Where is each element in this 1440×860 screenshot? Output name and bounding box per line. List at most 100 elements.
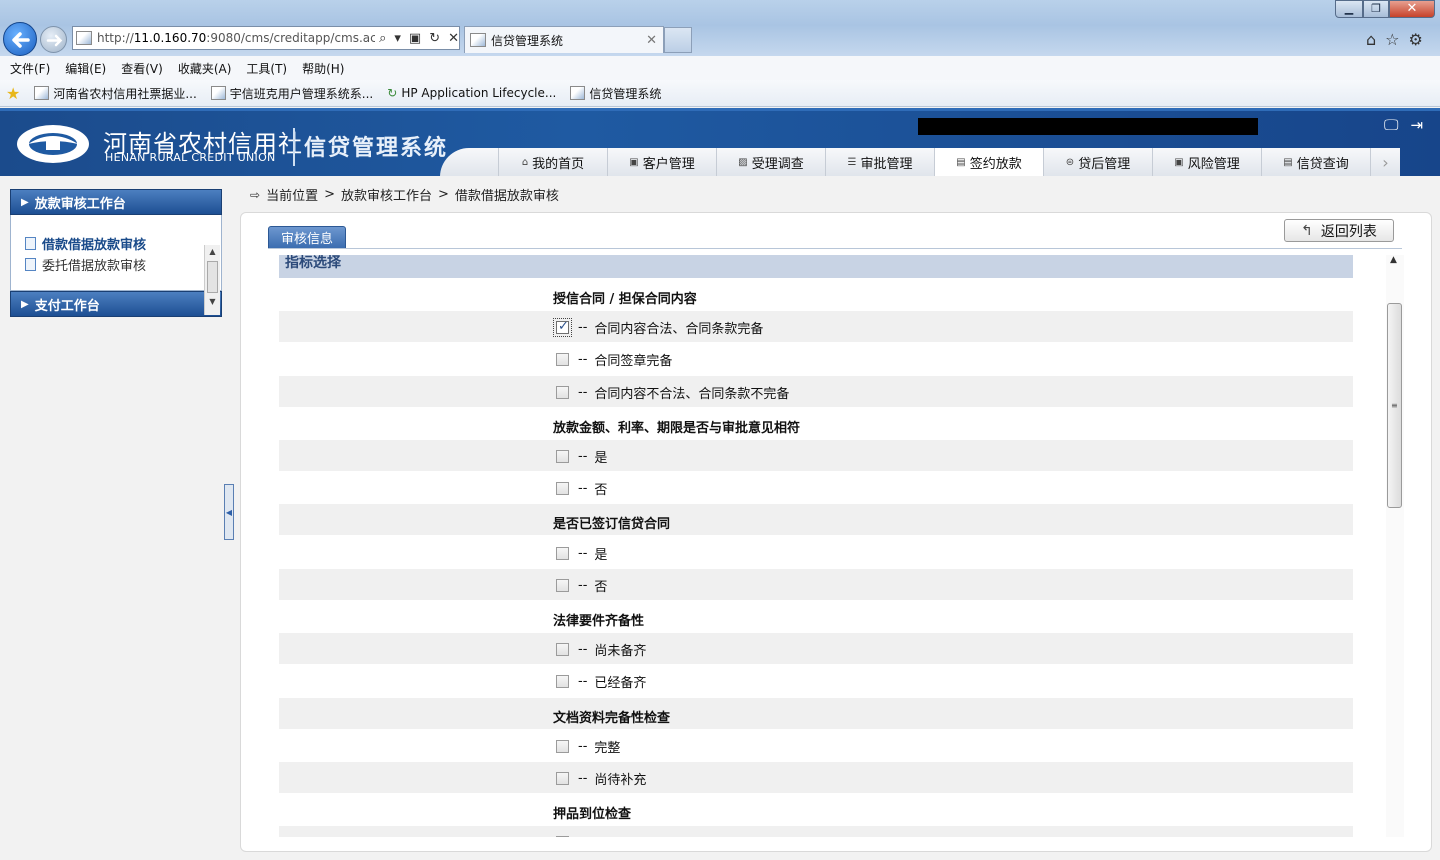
option-label[interactable]: -- 尚待补充 bbox=[556, 769, 646, 788]
compat-icon[interactable]: ▣ bbox=[409, 31, 421, 46]
post-loan-icon: ⊜ bbox=[1065, 157, 1075, 168]
location-icon: ⇨ bbox=[250, 187, 261, 202]
maximize-button[interactable]: ❐ bbox=[1363, 0, 1389, 18]
favorite-link[interactable]: 宇信班克用户管理系统系... bbox=[210, 85, 373, 102]
chevron-right-icon[interactable]: › bbox=[1370, 148, 1400, 176]
option-label[interactable]: -- 否 bbox=[556, 576, 607, 595]
menu-edit[interactable]: 编辑(E) bbox=[65, 60, 106, 77]
option-label[interactable]: -- 是 bbox=[556, 447, 607, 466]
org-name-en: HENAN RURAL CREDIT UNION bbox=[105, 151, 276, 164]
option-checkbox[interactable] bbox=[556, 739, 569, 753]
question-heading: 法律要件齐备性 bbox=[279, 601, 1353, 632]
menu-tools[interactable]: 工具(T) bbox=[246, 60, 287, 77]
option-checkbox[interactable] bbox=[556, 385, 569, 399]
favorite-link[interactable]: 信贷管理系统 bbox=[570, 85, 661, 102]
sidebar: ▶ 放款审核工作台 借款借据放款审核 委托借据放款审核 ▲ ▼ ▶ 支付工作台 bbox=[10, 189, 222, 317]
option-label[interactable]: -- 尚未到位 bbox=[556, 833, 646, 837]
close-window-button[interactable]: ✕ bbox=[1389, 0, 1435, 18]
option-checkbox[interactable] bbox=[556, 450, 569, 463]
dropdown-icon[interactable]: ▾ bbox=[394, 31, 401, 46]
address-bar[interactable]: http://11.0.160.70:9080/cms/creditapp/cm… bbox=[72, 26, 460, 50]
logout-icon[interactable]: ⇥ bbox=[1410, 116, 1423, 134]
new-tab-button[interactable] bbox=[664, 27, 692, 53]
tab-home[interactable]: ⌂ 我的首页 bbox=[498, 148, 607, 176]
option-checkbox[interactable] bbox=[556, 546, 569, 560]
option-checkbox[interactable] bbox=[553, 318, 572, 338]
refresh-icon[interactable]: ↻ bbox=[429, 31, 440, 46]
option-separator: -- bbox=[578, 449, 588, 464]
question-title: 授信合同 / 担保合同内容 bbox=[553, 292, 697, 307]
option-label[interactable]: -- 尚未备齐 bbox=[556, 640, 646, 659]
option-label[interactable]: -- 完整 bbox=[556, 737, 620, 756]
desktop-icon[interactable]: 🖵 bbox=[1384, 116, 1398, 134]
menu-help[interactable]: 帮助(H) bbox=[302, 60, 344, 77]
option-label[interactable]: -- 合同内容不合法、合同条款不完备 bbox=[556, 383, 789, 402]
favorites-add-icon[interactable]: ★ bbox=[6, 84, 20, 103]
option-separator: -- bbox=[578, 352, 588, 368]
option-separator: -- bbox=[578, 481, 588, 497]
close-icon: ✕ bbox=[1406, 1, 1418, 16]
tab-survey[interactable]: ▨ 受理调查 bbox=[716, 148, 825, 176]
option-checkbox[interactable] bbox=[556, 643, 569, 657]
caret-right-icon: ▶ bbox=[21, 298, 29, 310]
page-icon bbox=[210, 86, 226, 100]
tab-review-info[interactable]: 审核信息 bbox=[268, 226, 346, 249]
minimize-button[interactable]: ▁ bbox=[1335, 0, 1363, 18]
tab-risk[interactable]: ▣ 风险管理 bbox=[1152, 148, 1261, 176]
option-checkbox[interactable] bbox=[556, 675, 569, 689]
option-separator: -- bbox=[578, 545, 588, 561]
question-title: 法律要件齐备性 bbox=[553, 614, 645, 629]
forward-icon[interactable] bbox=[40, 26, 67, 53]
favorite-link[interactable]: ↻ HP Application Lifecycle... bbox=[387, 86, 556, 100]
option-text: 是 bbox=[594, 451, 608, 466]
sidebar-section-payment[interactable]: ▶ 支付工作台 bbox=[10, 291, 222, 317]
option-checkbox[interactable] bbox=[556, 836, 569, 837]
redacted-area bbox=[918, 118, 1258, 135]
option-label[interactable]: -- 合同签章完备 bbox=[556, 350, 672, 369]
tab-post-loan[interactable]: ⊜ 贷后管理 bbox=[1043, 148, 1152, 176]
search-icon[interactable]: ⌕ bbox=[379, 31, 386, 46]
tab-close-icon[interactable]: ✕ bbox=[646, 33, 657, 48]
menu-file[interactable]: 文件(F) bbox=[10, 60, 50, 77]
favorite-link[interactable]: 河南省农村信用社票据业... bbox=[34, 85, 197, 102]
option-label[interactable]: -- 合同内容合法、合同条款完备 bbox=[553, 318, 763, 338]
sidebar-item-entrusted-receipt-review[interactable]: 委托借据放款审核 bbox=[11, 254, 221, 275]
sidebar-scrollbar[interactable]: ▲ ▼ bbox=[204, 245, 220, 315]
tab-customer[interactable]: ▣ 客户管理 bbox=[607, 148, 716, 176]
restore-icon: ❐ bbox=[1371, 2, 1381, 15]
collapse-sidebar-handle[interactable]: ◀ bbox=[224, 484, 234, 540]
option-label[interactable]: -- 已经备齐 bbox=[556, 672, 646, 691]
option-label[interactable]: -- 是 bbox=[556, 544, 607, 563]
tab-query[interactable]: ▤ 信贷查询 bbox=[1261, 148, 1370, 176]
option-label[interactable]: -- 否 bbox=[556, 479, 607, 498]
caret-left-icon: ◀ bbox=[225, 507, 233, 517]
favorites-star-icon[interactable]: ☆ bbox=[1385, 30, 1399, 49]
sidebar-section-loan-review[interactable]: ▶ 放款审核工作台 bbox=[10, 189, 222, 215]
scroll-down-icon[interactable]: ▼ bbox=[205, 295, 220, 309]
browser-tab[interactable]: 信贷管理系统 ✕ bbox=[464, 26, 664, 53]
option-text: 尚未到位 bbox=[594, 833, 646, 837]
option-checkbox[interactable] bbox=[556, 353, 569, 367]
breadcrumb: ⇨ 当前位置 > 放款审核工作台 > 借款借据放款审核 bbox=[250, 185, 559, 204]
breadcrumb-link[interactable]: 放款审核工作台 bbox=[341, 185, 432, 204]
back-to-list-button[interactable]: ↰ 返回列表 bbox=[1284, 219, 1394, 242]
content-scrollbar[interactable]: ▲ ≡ bbox=[1386, 255, 1404, 837]
tab-approval[interactable]: ☰ 审批管理 bbox=[825, 148, 934, 176]
scroll-up-icon[interactable]: ▲ bbox=[1390, 255, 1397, 265]
option-text: 合同签章完备 bbox=[594, 354, 673, 370]
option-checkbox[interactable] bbox=[556, 772, 569, 785]
back-icon[interactable] bbox=[3, 22, 37, 56]
menu-favorites[interactable]: 收藏夹(A) bbox=[178, 60, 232, 77]
scroll-thumb[interactable] bbox=[207, 261, 218, 293]
main-nav: ⌂ 我的首页 ▣ 客户管理 ▨ 受理调查 ☰ 审批管理 ▤ 签约放款 ⊜ 贷后管理 ▣ 风险管… bbox=[498, 148, 1400, 176]
sidebar-item-loan-receipt-review[interactable]: 借款借据放款审核 bbox=[11, 233, 221, 254]
option-row: -- 否 bbox=[279, 472, 1353, 503]
option-checkbox[interactable] bbox=[556, 578, 569, 592]
tab-contract-loan[interactable]: ▤ 签约放款 bbox=[934, 148, 1043, 176]
settings-gear-icon[interactable]: ⚙ bbox=[1409, 30, 1423, 49]
stop-icon[interactable]: ✕ bbox=[448, 31, 459, 46]
home-icon[interactable]: ⌂ bbox=[1366, 30, 1376, 49]
option-checkbox[interactable] bbox=[556, 482, 569, 496]
scroll-up-icon[interactable]: ▲ bbox=[205, 245, 220, 259]
menu-view[interactable]: 查看(V) bbox=[121, 60, 163, 77]
